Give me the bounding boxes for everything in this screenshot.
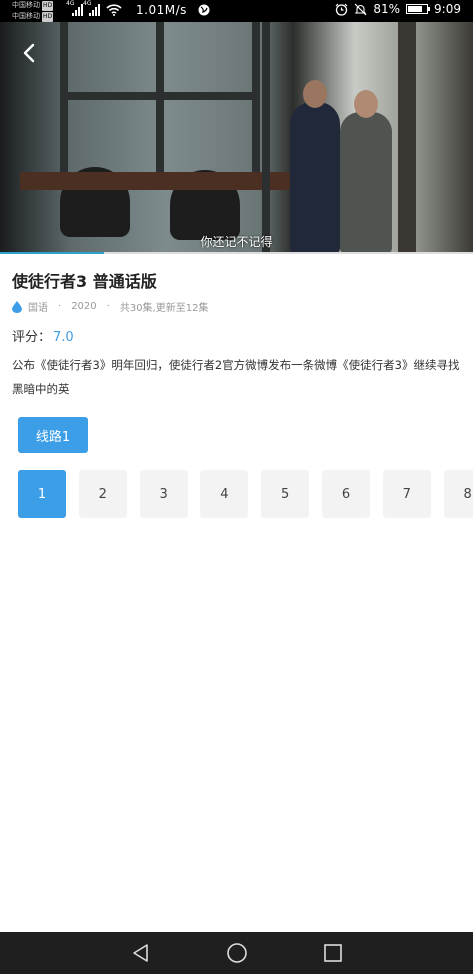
year: 2020 <box>71 301 97 312</box>
episode-button[interactable]: 2 <box>78 470 127 518</box>
video-meta: 国语 · 2020 · 共30集,更新至12集 <box>12 299 208 314</box>
video-progress-bar[interactable] <box>0 252 473 254</box>
video-figure <box>290 80 340 254</box>
clock: 9:09 <box>434 2 461 16</box>
episode-button[interactable]: 8 <box>443 470 473 518</box>
episode-list: 12345678 <box>18 470 473 518</box>
nav-back-button[interactable] <box>124 936 158 970</box>
wifi-icon <box>106 4 122 16</box>
episode-button[interactable]: 7 <box>382 470 431 518</box>
mute-icon <box>354 3 367 15</box>
separator: · <box>106 301 110 312</box>
episode-button[interactable]: 1 <box>18 470 66 518</box>
nav-recent-button[interactable] <box>316 936 350 970</box>
drop-icon <box>12 300 22 313</box>
episode-button[interactable]: 3 <box>139 470 188 518</box>
net-type: 4G <box>66 0 75 7</box>
battery-icon <box>406 4 431 14</box>
carrier-2: 中国移动 <box>12 12 40 20</box>
alarm-icon <box>335 3 348 16</box>
episode-button[interactable]: 4 <box>200 470 249 518</box>
square-recent-icon <box>323 944 342 962</box>
status-right: 81% 9:09 <box>335 2 461 16</box>
video-player[interactable]: 你还记不记得 <box>0 22 473 254</box>
battery-percent: 81% <box>373 2 401 16</box>
signal-icon: 4G <box>66 0 83 16</box>
carrier-1: 中国移动 <box>12 1 40 9</box>
net-type: 4G <box>83 0 92 7</box>
vpn-icon <box>198 4 210 16</box>
system-nav-bar <box>0 932 473 974</box>
rating: 评分： 7.0 <box>12 326 74 345</box>
nav-home-button[interactable] <box>220 936 254 970</box>
triangle-back-icon <box>132 944 148 962</box>
language: 国语 <box>28 303 48 314</box>
episodes-info: 共30集,更新至12集 <box>119 303 209 314</box>
rating-label: 评分： <box>12 330 52 345</box>
video-title: 使徒行者3 普通话版 <box>12 272 157 291</box>
circle-home-icon <box>226 943 247 963</box>
signal-icon: 4G <box>83 0 100 16</box>
signal-icons: 4G 4G <box>66 0 122 16</box>
episode-button[interactable]: 5 <box>261 470 310 518</box>
route-button[interactable]: 线路1 <box>18 417 88 453</box>
description: 公布《使徒行者3》明年回归，使徒行者2官方微博发布一条微博《使徒行者3》继续寻找… <box>12 358 460 396</box>
network-speed: 1.01M/s <box>136 3 187 17</box>
back-button[interactable] <box>14 38 44 68</box>
carrier-info: 中国移动 HD 中国移动 HD <box>12 0 54 22</box>
episode-button[interactable]: 6 <box>322 470 370 518</box>
hd-badge: HD <box>42 1 54 11</box>
back-arrow-icon <box>23 43 35 63</box>
separator: · <box>58 301 62 312</box>
video-progress-fill <box>0 252 105 254</box>
status-bar: 中国移动 HD 中国移动 HD 4G 4G 1.01M/s 81% 9:09 <box>0 0 473 22</box>
hd-badge: HD <box>42 12 54 22</box>
video-subtitle: 你还记不记得 <box>200 235 273 249</box>
rating-value: 7.0 <box>53 330 74 345</box>
